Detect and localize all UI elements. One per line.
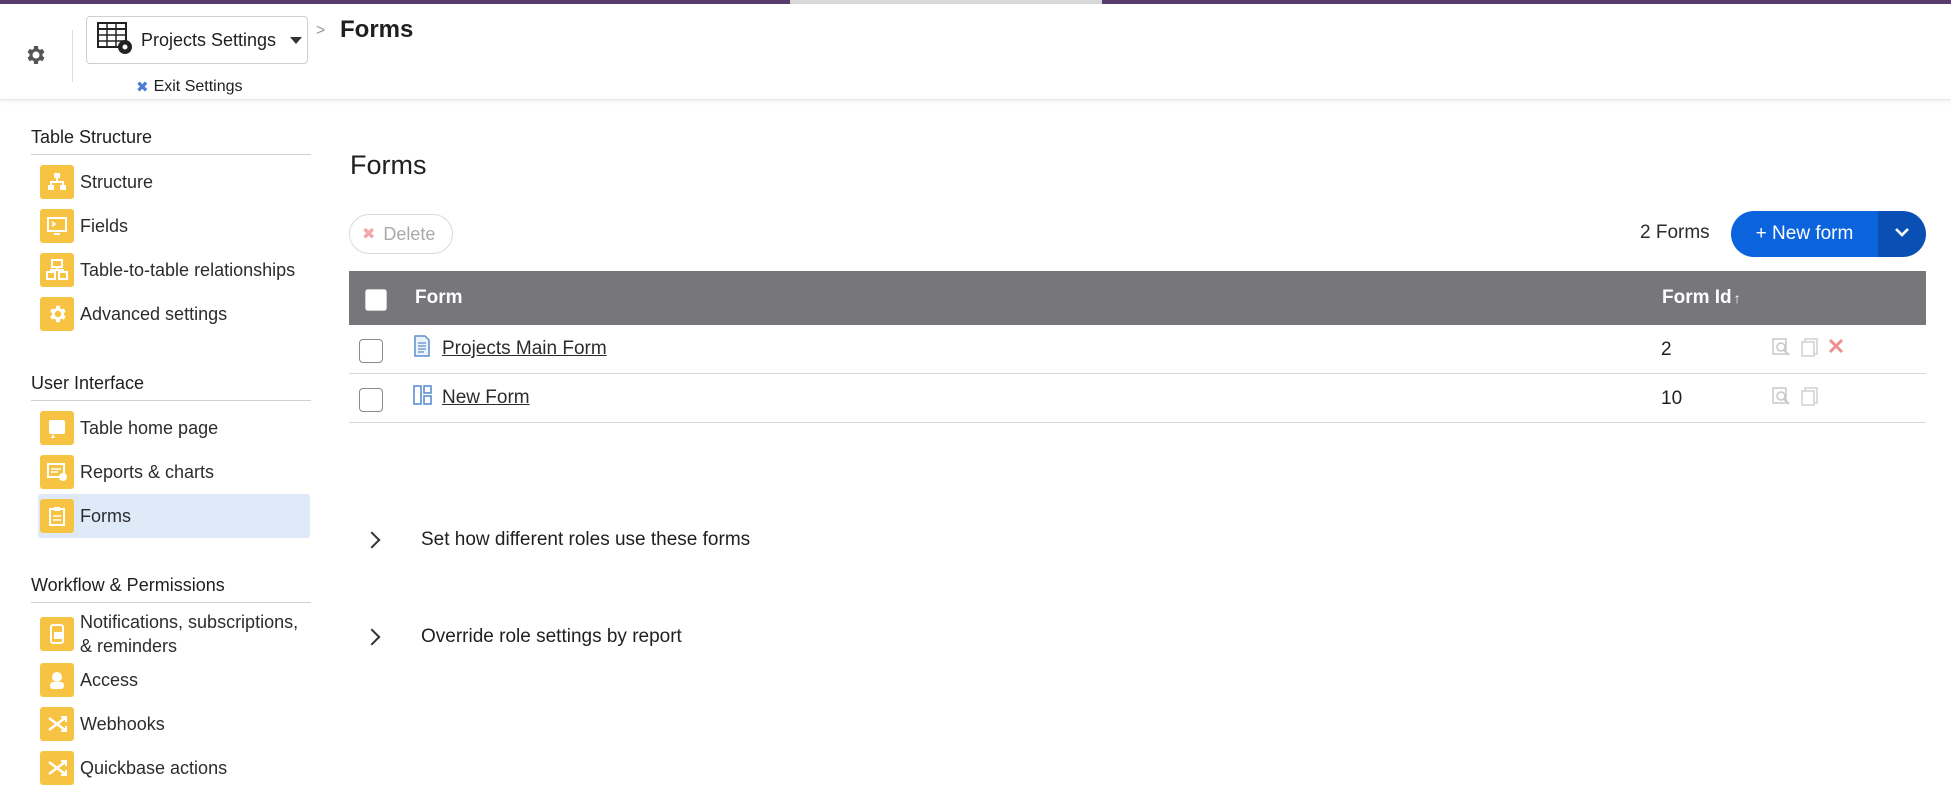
form-doc-icon	[413, 335, 431, 357]
exit-settings-label: Exit Settings	[153, 78, 243, 95]
header-divider	[72, 30, 73, 82]
delete-button[interactable]: ✖ Delete	[349, 214, 453, 254]
forms-count: 2 Forms	[1640, 222, 1710, 243]
notifications-icon	[40, 617, 74, 651]
sidebar-item-label: Quickbase actions	[80, 758, 228, 778]
sidebar-item-advanced-settings[interactable]: Advanced settings	[38, 292, 310, 336]
sidebar-item-label: Forms	[80, 506, 131, 526]
actions-icon	[40, 751, 74, 785]
select-all-checkbox[interactable]	[365, 289, 387, 311]
expander-label: Set how different roles use these forms	[421, 529, 751, 550]
preview-icon[interactable]	[1771, 386, 1791, 406]
sidebar-item-label: Advanced settings	[80, 304, 228, 324]
sidebar-item-reports-charts[interactable]: Reports & charts	[38, 450, 310, 494]
settings-sidebar: Table Structure Structure Fields Table-t…	[0, 100, 320, 785]
new-form-button[interactable]: + New form	[1731, 211, 1878, 257]
sidebar-item-label: Table-to-table relationships	[80, 260, 296, 280]
copy-icon[interactable]	[1800, 337, 1820, 357]
sidebar-item-label: Structure	[80, 172, 154, 192]
sidebar-item-label: Notifications, subscriptions, & reminder…	[80, 612, 299, 656]
form-id: 2	[1661, 339, 1672, 360]
fields-icon	[40, 209, 74, 243]
relationships-icon	[40, 253, 74, 287]
form-id: 10	[1661, 388, 1683, 409]
breadcrumb-separator: >	[316, 22, 326, 39]
delete-icon[interactable]	[1827, 337, 1847, 357]
sidebar-item-fields[interactable]: Fields	[38, 204, 310, 248]
column-header-form-id[interactable]: Form Id ↑	[1662, 287, 1741, 309]
form-name-link[interactable]: New Form	[442, 387, 530, 409]
roles-use-forms-expander[interactable]: Set how different roles use these forms	[362, 522, 750, 558]
column-header-form-id-label: Form Id	[1662, 287, 1732, 308]
section-title-table-structure: Table Structure	[31, 127, 311, 155]
row-checkbox[interactable]	[359, 388, 383, 412]
reports-icon	[40, 455, 74, 489]
sidebar-item-notifications[interactable]: Notifications, subscriptions, & reminder…	[38, 608, 310, 660]
settings-gear-icon[interactable]	[20, 40, 50, 70]
chevron-right-icon	[363, 531, 381, 549]
override-role-settings-expander[interactable]: Override role settings by report	[362, 619, 682, 655]
sidebar-item-label: Table home page	[80, 418, 219, 438]
sidebar-item-label: Webhooks	[80, 714, 165, 734]
webhooks-icon	[40, 707, 74, 741]
sidebar-item-label: Reports & charts	[80, 462, 215, 482]
sidebar-item-table-home-page[interactable]: Table home page	[38, 406, 310, 450]
sidebar-item-label: Access	[80, 670, 139, 690]
expander-label: Override role settings by report	[421, 626, 682, 647]
exit-settings-link[interactable]: ✖ Exit Settings	[136, 78, 243, 96]
table-row: New Form 10	[349, 374, 1926, 423]
table-row: Projects Main Form 2	[349, 325, 1926, 374]
sidebar-item-label: Fields	[80, 216, 129, 236]
copy-icon[interactable]	[1800, 386, 1820, 406]
access-icon	[40, 663, 74, 697]
sidebar-item-quickbase-actions[interactable]: Quickbase actions	[38, 746, 310, 790]
sort-ascending-icon: ↑	[1733, 290, 1741, 306]
column-header-form[interactable]: Form	[415, 287, 463, 309]
gear-icon	[40, 297, 74, 331]
projects-settings-label: Projects Settings	[141, 29, 277, 50]
sidebar-item-access[interactable]: Access	[38, 658, 310, 702]
table-settings-icon	[97, 21, 133, 60]
sidebar-item-forms[interactable]: Forms	[38, 494, 310, 538]
breadcrumb-current-page: Forms	[340, 16, 414, 43]
forms-icon	[40, 499, 74, 533]
chevron-right-icon	[363, 628, 381, 646]
sidebar-item-structure[interactable]: Structure	[38, 160, 310, 204]
new-form-dropdown-button[interactable]	[1878, 211, 1926, 257]
delete-label: Delete	[383, 223, 436, 244]
sidebar-item-webhooks[interactable]: Webhooks	[38, 702, 310, 746]
home-page-icon	[40, 411, 74, 445]
preview-icon[interactable]	[1771, 337, 1791, 357]
row-checkbox[interactable]	[359, 339, 383, 363]
form-name-link[interactable]: Projects Main Form	[442, 338, 607, 360]
projects-settings-dropdown[interactable]: Projects Settings	[86, 16, 308, 64]
table-header: Form Form Id ↑	[349, 271, 1926, 325]
settings-header: Projects Settings > Forms ✖ Exit Setting…	[0, 4, 1951, 100]
structure-icon	[40, 165, 74, 199]
form-layout-icon	[413, 384, 432, 406]
section-title-user-interface: User Interface	[31, 373, 311, 401]
section-title-workflow-permissions: Workflow & Permissions	[31, 575, 311, 603]
close-icon: ✖	[136, 79, 149, 96]
chevron-down-icon	[1894, 225, 1910, 243]
delete-icon: ✖	[362, 226, 376, 243]
sidebar-item-relationships[interactable]: Table-to-table relationships	[38, 248, 310, 292]
forms-table: Form Form Id ↑ Projects Main Form 2 New F…	[349, 271, 1926, 423]
chevron-down-icon	[290, 36, 303, 44]
page-title: Forms	[350, 150, 427, 180]
